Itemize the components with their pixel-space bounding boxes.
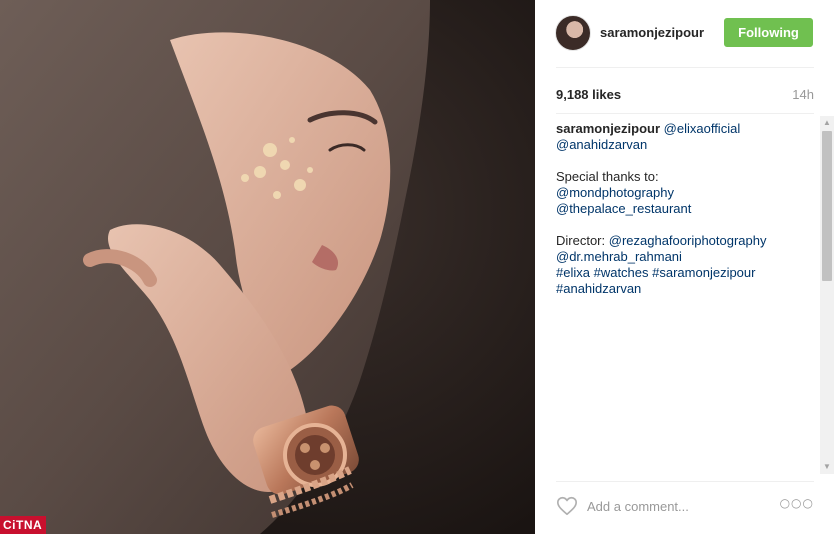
comment-divider xyxy=(556,481,814,482)
caption-scrollbar[interactable]: ▲ ▼ xyxy=(820,116,834,474)
likes-count[interactable]: 9,188 likes xyxy=(556,87,621,102)
likes-row: 9,188 likes 14h xyxy=(556,87,814,103)
caption-line: @thepalace_restaurant xyxy=(556,201,816,217)
caption-author-link[interactable]: saramonjezipour xyxy=(556,121,660,136)
avatar[interactable] xyxy=(555,15,591,51)
caption-line: @anahidzarvan xyxy=(556,137,816,153)
mention-link[interactable]: @rezaghafooriphotography xyxy=(609,233,767,248)
hashtag-link[interactable]: #anahidzarvan xyxy=(556,281,641,296)
watermark-logo: CiTNA xyxy=(0,516,46,534)
comment-row: ○○○ xyxy=(556,494,814,518)
hashtag-link[interactable]: #saramonjezipour xyxy=(652,265,755,280)
post-caption: saramonjezipour @elixaofficial @anahidza… xyxy=(556,121,816,297)
caption-line: Director: @rezaghafooriphotography xyxy=(556,233,816,249)
mention-link[interactable]: @thepalace_restaurant xyxy=(556,201,691,216)
caption-text: Director: xyxy=(556,233,606,248)
add-comment-input[interactable] xyxy=(587,496,777,516)
following-button[interactable]: Following xyxy=(724,18,813,47)
caption-line: @dr.mehrab_rahmani xyxy=(556,249,816,265)
caption-text: Special thanks to: xyxy=(556,169,659,184)
caption-line: #anahidzarvan xyxy=(556,281,816,297)
scrollbar-thumb[interactable] xyxy=(822,131,832,281)
hashtag-link[interactable]: #elixa xyxy=(556,265,590,280)
mention-link[interactable]: @dr.mehrab_rahmani xyxy=(556,249,682,264)
post-details-panel: saramonjezipour Following 9,188 likes 14… xyxy=(535,0,835,534)
hashtag-link[interactable]: #watches xyxy=(594,265,649,280)
post-photo[interactable]: CiTNA xyxy=(0,0,535,534)
post-header: saramonjezipour Following xyxy=(535,0,835,68)
caption-line: saramonjezipour @elixaofficial xyxy=(556,121,816,137)
header-username-link[interactable]: saramonjezipour xyxy=(600,25,704,40)
mention-link[interactable]: @mondphotography xyxy=(556,185,674,200)
scroll-up-arrow-icon[interactable]: ▲ xyxy=(820,116,834,130)
more-options-icon[interactable]: ○○○ xyxy=(780,496,814,510)
scroll-down-arrow-icon[interactable]: ▼ xyxy=(820,460,834,474)
likes-divider xyxy=(556,113,814,114)
caption-line: @mondphotography xyxy=(556,185,816,201)
mention-link[interactable]: @elixaofficial xyxy=(664,121,741,136)
heart-icon[interactable] xyxy=(556,495,578,517)
photo-illustration xyxy=(0,0,535,534)
mention-link[interactable]: @anahidzarvan xyxy=(556,137,647,152)
caption-line: #elixa #watches #saramonjezipour xyxy=(556,265,816,281)
post-timestamp[interactable]: 14h xyxy=(792,87,814,102)
header-divider xyxy=(556,67,814,68)
